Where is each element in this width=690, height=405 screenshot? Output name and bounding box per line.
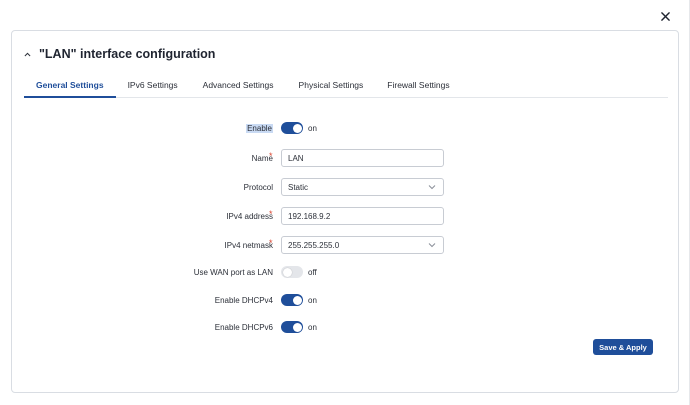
tab-ipv6-settings[interactable]: IPv6 Settings <box>116 77 190 98</box>
close-icon <box>660 11 670 21</box>
chevron-down-icon <box>428 185 436 190</box>
tab-general-settings[interactable]: General Settings <box>24 77 116 98</box>
card-title: "LAN" interface configuration <box>39 47 216 61</box>
save-apply-button[interactable]: Save & Apply <box>593 339 653 355</box>
dhcpv4-state: on <box>308 295 317 305</box>
protocol-row: Protocol Static <box>12 178 680 196</box>
ipv4-netmask-select[interactable]: 255.255.255.0 <box>281 236 444 254</box>
tab-advanced-settings[interactable]: Advanced Settings <box>190 77 286 98</box>
close-button[interactable] <box>656 7 674 25</box>
enable-label: Enable <box>246 123 273 133</box>
tab-firewall-settings[interactable]: Firewall Settings <box>375 77 461 98</box>
enable-toggle[interactable] <box>281 122 303 134</box>
ipv4-address-input[interactable]: 192.168.9.2 <box>281 207 444 225</box>
dhcpv6-toggle[interactable] <box>281 321 303 333</box>
ipv4-netmask-value: 255.255.255.0 <box>288 240 340 250</box>
protocol-value: Static <box>288 182 309 192</box>
enable-row: Enable on <box>12 119 680 137</box>
tab-bar: General Settings IPv6 Settings Advanced … <box>24 77 668 98</box>
use-wan-port-toggle[interactable] <box>281 266 303 278</box>
dhcpv6-state: on <box>308 322 317 332</box>
ipv4-address-label: IPv4 address <box>226 211 273 221</box>
required-marker: * <box>269 238 273 248</box>
modal-dialog: "LAN" interface configuration General Se… <box>0 0 690 405</box>
ipv4-netmask-label: IPv4 netmask <box>224 240 273 250</box>
chevron-up-icon[interactable] <box>24 52 31 57</box>
use-wan-port-state: off <box>308 267 317 277</box>
name-row: Name * LAN <box>12 149 680 167</box>
protocol-select[interactable]: Static <box>281 178 444 196</box>
ipv4-netmask-row: IPv4 netmask * 255.255.255.0 <box>12 236 680 254</box>
name-input[interactable]: LAN <box>281 149 444 167</box>
chevron-down-icon <box>428 243 436 248</box>
dhcpv4-toggle[interactable] <box>281 294 303 306</box>
required-marker: * <box>269 151 273 161</box>
use-wan-port-label: Use WAN port as LAN <box>193 267 273 277</box>
use-wan-port-row: Use WAN port as LAN off <box>12 263 680 281</box>
dhcpv4-label: Enable DHCPv4 <box>214 295 273 305</box>
config-card: "LAN" interface configuration General Se… <box>11 30 679 393</box>
required-marker: * <box>269 209 273 219</box>
card-header[interactable]: "LAN" interface configuration <box>24 46 215 62</box>
ipv4-address-row: IPv4 address * 192.168.9.2 <box>12 207 680 225</box>
dhcpv4-row: Enable DHCPv4 on <box>12 291 680 309</box>
protocol-label: Protocol <box>243 182 273 192</box>
dhcpv6-row: Enable DHCPv6 on <box>12 318 680 336</box>
enable-state: on <box>308 123 317 133</box>
tab-physical-settings[interactable]: Physical Settings <box>286 77 376 98</box>
dhcpv6-label: Enable DHCPv6 <box>214 322 273 332</box>
